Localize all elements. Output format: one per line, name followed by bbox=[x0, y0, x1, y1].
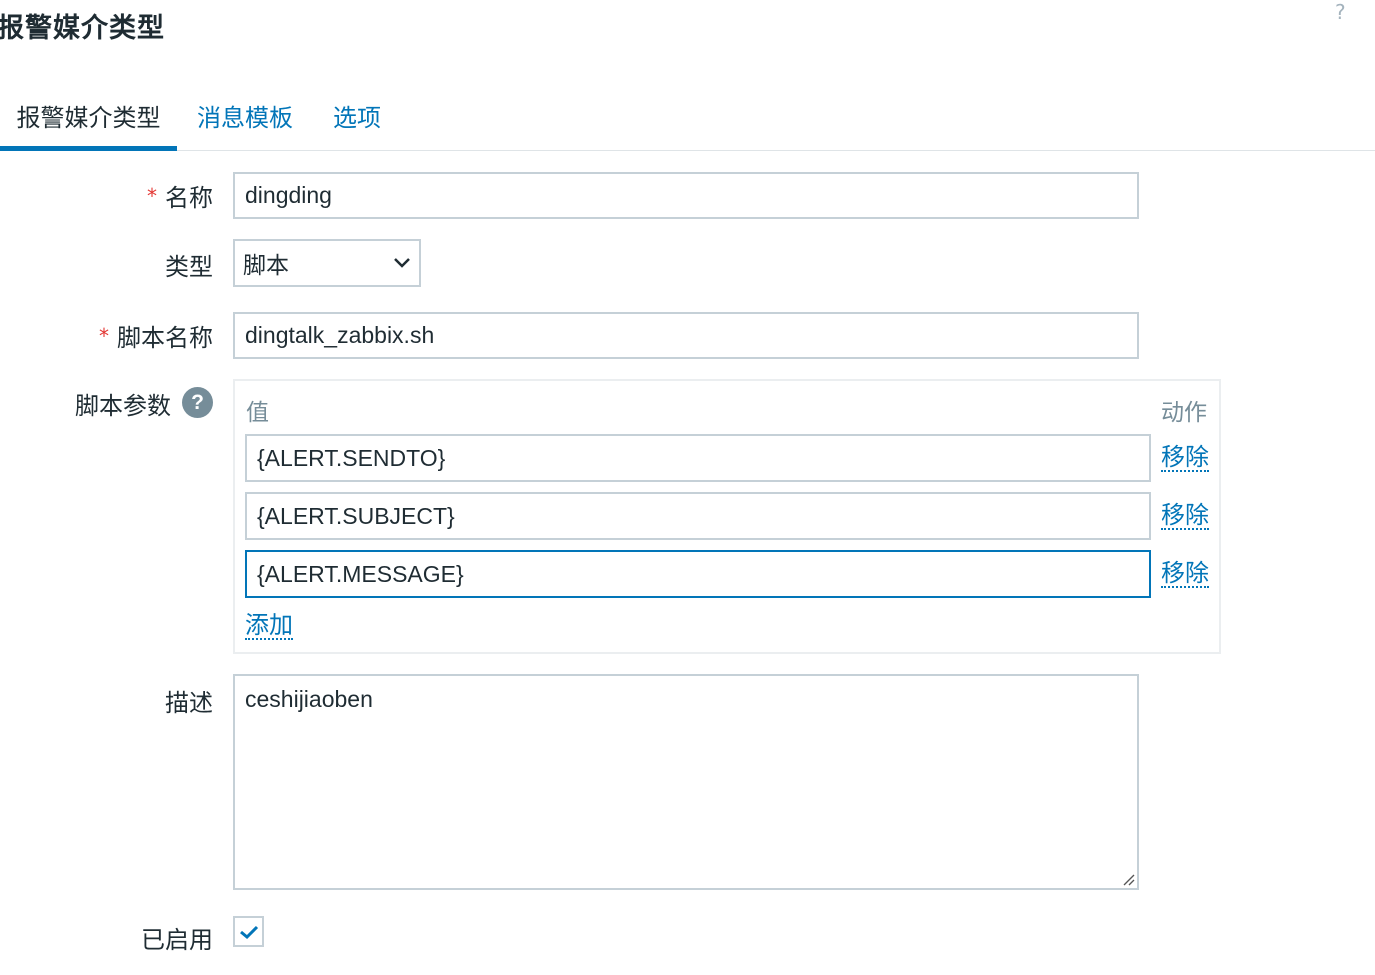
help-icon[interactable]: ? bbox=[1335, 0, 1346, 24]
name-input[interactable]: dingding bbox=[233, 172, 1139, 219]
param-input-focused[interactable]: {ALERT.MESSAGE} bbox=[245, 550, 1151, 598]
remove-param-link[interactable]: 移除 bbox=[1161, 560, 1209, 588]
tab-options[interactable]: 选项 bbox=[333, 96, 381, 146]
description-textarea[interactable]: ceshijiaoben bbox=[233, 674, 1139, 890]
script-params-label: 脚本参数 bbox=[75, 392, 171, 420]
param-input[interactable]: {ALERT.SUBJECT} bbox=[245, 492, 1151, 540]
script-name-label: * 脚本名称 bbox=[99, 324, 213, 352]
name-label: * 名称 bbox=[147, 184, 213, 212]
tab-message-templates[interactable]: 消息模板 bbox=[197, 96, 293, 146]
type-select-value: 脚本 bbox=[243, 253, 289, 279]
remove-param-link[interactable]: 移除 bbox=[1161, 502, 1209, 530]
type-select[interactable]: 脚本 bbox=[233, 239, 421, 287]
description-text: ceshijiaoben bbox=[245, 686, 373, 712]
required-asterisk: * bbox=[99, 324, 109, 348]
description-label: 描述 bbox=[165, 689, 213, 717]
add-param-link[interactable]: 添加 bbox=[245, 612, 293, 640]
remove-param-link[interactable]: 移除 bbox=[1161, 444, 1209, 472]
checkmark-icon bbox=[239, 925, 258, 939]
script-name-input[interactable]: dingtalk_zabbix.sh bbox=[233, 312, 1139, 359]
params-action-header: 动作 bbox=[1161, 400, 1207, 426]
param-input[interactable]: {ALERT.SENDTO} bbox=[245, 434, 1151, 482]
page-title: 报警媒介类型 bbox=[0, 13, 165, 44]
enabled-label: 已启用 bbox=[141, 926, 213, 954]
chevron-down-icon bbox=[394, 258, 410, 268]
required-asterisk: * bbox=[147, 184, 157, 208]
resize-grip-icon[interactable] bbox=[1121, 872, 1135, 886]
type-label: 类型 bbox=[165, 253, 213, 281]
tab-bar: 报警媒介类型 消息模板 选项 bbox=[0, 96, 1375, 151]
enabled-checkbox[interactable] bbox=[233, 916, 264, 947]
tab-media-type[interactable]: 报警媒介类型 bbox=[0, 96, 177, 151]
params-value-header: 值 bbox=[246, 400, 269, 426]
question-mark-icon[interactable]: ? bbox=[182, 387, 213, 418]
media-type-form-page: 报警媒介类型 ? 报警媒介类型 消息模板 选项 * 名称 dingding 类型 … bbox=[0, 0, 1375, 975]
